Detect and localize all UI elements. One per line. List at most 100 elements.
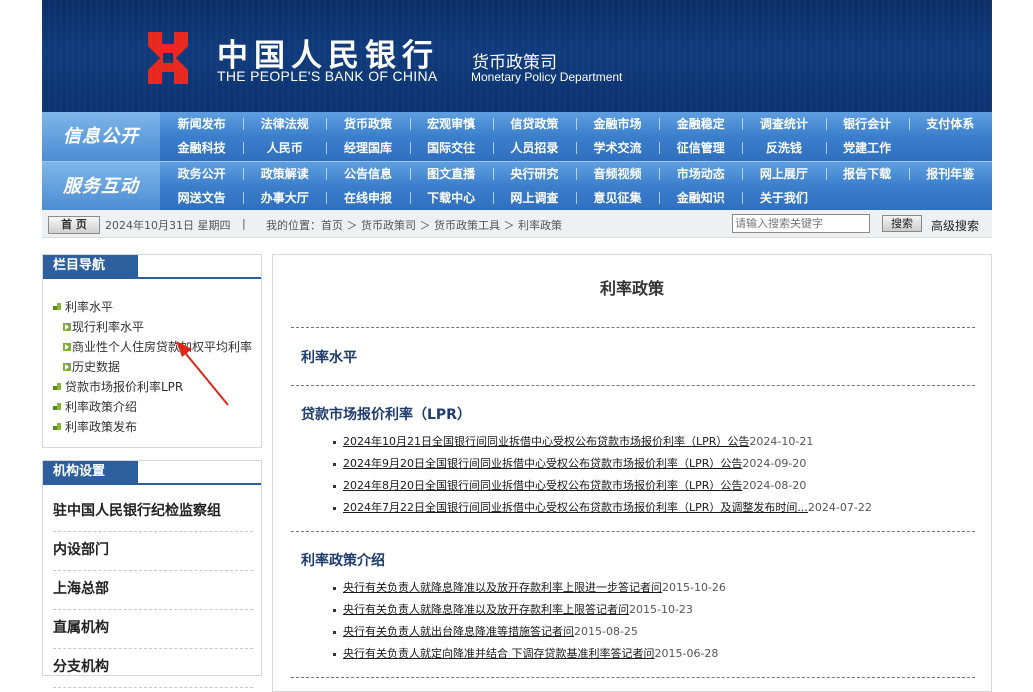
home-button[interactable]: 首 页 [48, 216, 100, 234]
article-date: 2015-10-26 [662, 581, 726, 594]
info-divider: | [242, 217, 246, 230]
nav-item[interactable]: 报告下载 [825, 162, 909, 186]
article-link[interactable]: 央行有关负责人就出台降息降准等措施答记者问 [343, 621, 574, 643]
pboc-logo-icon [148, 32, 188, 84]
article-link[interactable]: 央行有关负责人就降息降准以及放开存款利率上限进一步答记者问 [343, 577, 662, 599]
nav-item[interactable]: 新闻发布 [160, 112, 243, 136]
dept-name-en: Monetary Policy Department [471, 70, 623, 84]
section-heading[interactable]: 利率水平 [301, 347, 357, 367]
nav-item[interactable]: 国际交往 [409, 136, 493, 161]
square-bullet-icon [53, 383, 61, 391]
nav-item[interactable]: 学术交流 [575, 136, 659, 161]
article-item: 2024年8月20日全国银行间同业拆借中心受权公布贷款市场报价利率（LPR）公告… [333, 475, 872, 497]
article-date: 2015-08-25 [574, 625, 638, 638]
nav-item[interactable]: 下载中心 [409, 186, 493, 211]
sidebar-tree-label: 利率水平 [65, 300, 114, 314]
nav-item[interactable]: 银行会计 [825, 112, 909, 136]
article-link[interactable]: 央行有关负责人就定向降准并结合 下调存贷款基准利率答记者问 [343, 643, 655, 665]
nav-item[interactable]: 图文直播 [409, 162, 493, 186]
nav-label-service: 服务互动 [42, 162, 160, 211]
nav-grid-service: 政务公开 政策解读 公告信息 图文直播 央行研究 音频视频 市场动态 网上展厅 报告下载 报刊年鉴… [160, 162, 992, 211]
nav-item[interactable]: 公告信息 [326, 162, 409, 186]
org-item[interactable]: 分支机构 [53, 649, 253, 688]
section-heading[interactable]: 利率政策介绍 [301, 550, 385, 570]
nav-item[interactable]: 人员招录 [492, 136, 576, 161]
article-item: 央行有关负责人就降息降准以及放开存款利率上限进一步答记者问 2015-10-26 [333, 577, 726, 599]
org-item[interactable]: 内设部门 [53, 532, 253, 571]
info-bar: 首 页 2024年10月31日 星期四 | 我的位置：首页 ＞ 货币政策司 ＞ … [42, 210, 992, 238]
nav-item[interactable]: 调查统计 [742, 112, 825, 136]
article-link[interactable]: 2024年9月20日全国银行间同业拆借中心受权公布贷款市场报价利率（LPR）公告 [343, 453, 742, 475]
bank-name-cn: 中国人民银行 [217, 38, 439, 74]
nav-item[interactable]: 金融科技 [160, 136, 243, 161]
divider [291, 385, 975, 386]
nav-item[interactable]: 党建工作 [825, 136, 909, 161]
article-item: 2024年7月22日全国银行间同业拆借中心受权公布贷款市场报价利率（LPR）及调… [333, 497, 872, 519]
nav-item[interactable]: 支付体系 [908, 112, 992, 136]
sidebar-tree-item[interactable]: 利率政策发布 [53, 417, 252, 437]
sidebar-tree-item[interactable]: 利率水平 [53, 297, 252, 317]
org-item[interactable]: 驻中国人民银行纪检监察组 [53, 493, 253, 532]
page-title: 利率政策 [599, 279, 664, 298]
nav-item[interactable]: 经理国库 [326, 136, 409, 161]
article-item: 央行有关负责人就降息降准以及放开存款利率上限答记者问 2015-10-23 [333, 599, 726, 621]
nav-item[interactable]: 网上调查 [492, 186, 576, 211]
article-date: 2024-10-21 [749, 435, 814, 448]
nav-item[interactable]: 宏观审慎 [409, 112, 493, 136]
divider [291, 677, 975, 678]
article-link[interactable]: 2024年7月22日全国银行间同业拆借中心受权公布贷款市场报价利率（LPR）及调… [343, 497, 808, 519]
sidebar-tree-label: 贷款市场报价利率LPR [65, 380, 184, 394]
divider [291, 531, 975, 532]
nav-item[interactable]: 网送文告 [160, 186, 243, 211]
nav-item[interactable]: 反洗钱 [742, 136, 825, 161]
nav-item[interactable]: 信贷政策 [492, 112, 576, 136]
current-date: 2024年10月31日 星期四 [105, 219, 231, 232]
nav-item[interactable]: 意见征集 [575, 186, 659, 211]
nav-item[interactable]: 网上展厅 [742, 162, 825, 186]
nav-item[interactable]: 人民币 [243, 136, 326, 161]
sidebar-tree-label: 利率政策介绍 [65, 400, 138, 414]
section-heading[interactable]: 贷款市场报价利率（LPR） [301, 404, 471, 424]
search-button[interactable]: 搜索 [882, 215, 922, 232]
org-item[interactable]: 上海总部 [53, 571, 253, 610]
article-date: 2024-08-20 [742, 479, 807, 492]
nav-item[interactable]: 音频视频 [575, 162, 659, 186]
dept-name-cn: 货币政策司 [472, 53, 557, 73]
sidebar-org-box: 机构设置 驻中国人民银行纪检监察组 内设部门 上海总部 直属机构 分支机构 [42, 460, 262, 688]
nav-item[interactable]: 金融知识 [659, 186, 742, 211]
article-date: 2024-07-22 [807, 501, 872, 514]
article-link[interactable]: 2024年8月20日全国银行间同业拆借中心受权公布贷款市场报价利率（LPR）公告 [343, 475, 742, 497]
arrow-bullet-icon [63, 343, 71, 351]
nav-item[interactable]: 法律法规 [243, 112, 326, 136]
search-input[interactable] [732, 214, 870, 233]
nav-item[interactable]: 市场动态 [659, 162, 742, 186]
article-link[interactable]: 央行有关负责人就降息降准以及放开存款利率上限答记者问 [343, 599, 629, 621]
nav-row-service: 服务互动 政务公开 政策解读 公告信息 图文直播 央行研究 音频视频 市场动态 网上展厅 报告下… [42, 161, 992, 211]
sidebar-org-title: 机构设置 [43, 461, 138, 483]
nav-item[interactable]: 在线申报 [326, 186, 409, 211]
nav-item[interactable]: 央行研究 [492, 162, 576, 186]
nav-item[interactable]: 报刊年鉴 [908, 162, 992, 186]
nav-item[interactable]: 关于我们 [742, 186, 825, 211]
nav-row-info: 信息公开 新闻发布 法律法规 货币政策 宏观审慎 信贷政策 金融市场 金融稳定 调查统计 银行会… [42, 112, 992, 161]
nav-item[interactable]: 征信管理 [659, 136, 742, 161]
square-bullet-icon [53, 423, 61, 431]
nav-item[interactable]: 货币政策 [326, 112, 409, 136]
article-date: 2015-10-23 [629, 603, 693, 616]
bullet-icon [333, 608, 336, 612]
article-item: 2024年10月21日全国银行间同业拆借中心受权公布贷款市场报价利率（LPR）公… [333, 431, 872, 453]
bullet-icon [333, 586, 336, 590]
article-link[interactable]: 2024年10月21日全国银行间同业拆借中心受权公布贷款市场报价利率（LPR）公… [343, 431, 749, 453]
sidebar-tree-label: 现行利率水平 [72, 320, 145, 334]
article-list-intro: 央行有关负责人就降息降准以及放开存款利率上限进一步答记者问 2015-10-26 央… [333, 577, 726, 665]
nav-item[interactable]: 金融市场 [575, 112, 659, 136]
org-item[interactable]: 直属机构 [53, 610, 253, 649]
advanced-search-link[interactable]: 高级搜索 [931, 217, 979, 234]
arrow-bullet-icon [63, 363, 71, 371]
square-bullet-icon [53, 303, 61, 311]
sidebar-tree-item[interactable]: 现行利率水平 [53, 317, 252, 337]
nav-item[interactable]: 金融稳定 [659, 112, 742, 136]
nav-item[interactable]: 办事大厅 [243, 186, 326, 211]
nav-item[interactable]: 政策解读 [243, 162, 326, 186]
nav-item[interactable]: 政务公开 [160, 162, 243, 186]
